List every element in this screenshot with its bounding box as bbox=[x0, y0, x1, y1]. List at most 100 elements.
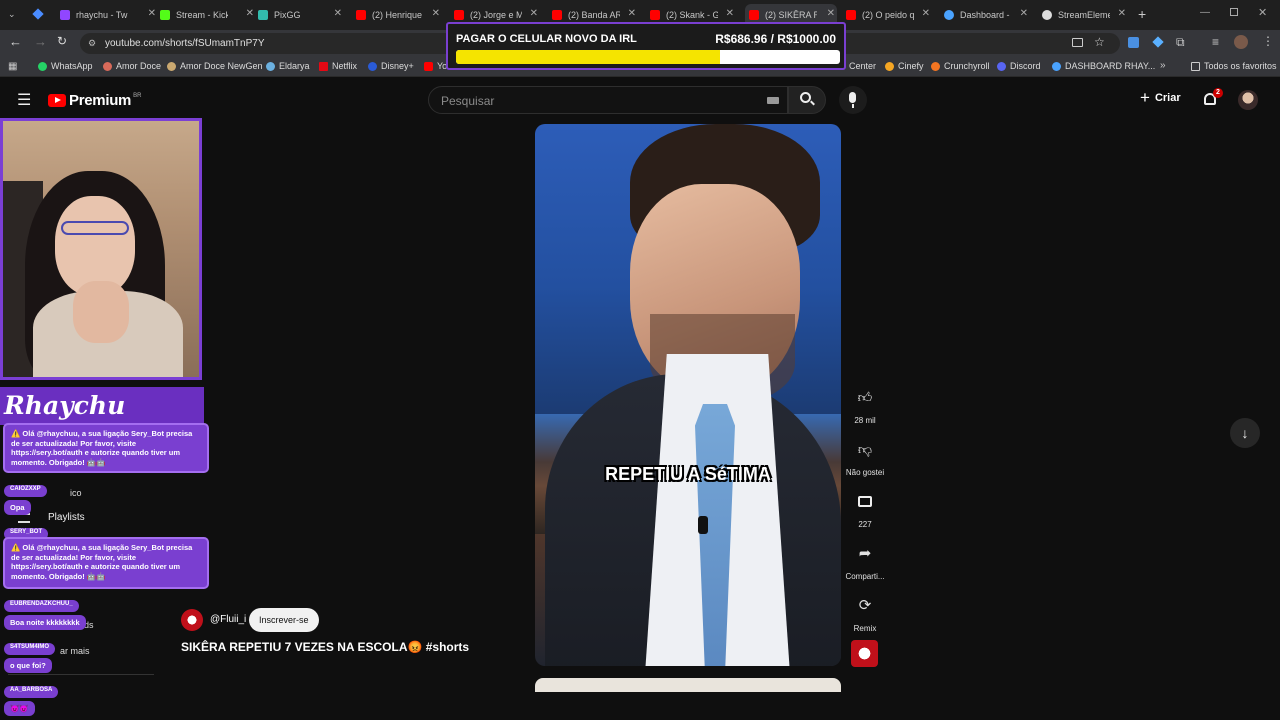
back-arrow-icon[interactable]: ← bbox=[9, 34, 22, 49]
close-icon[interactable]: ✕ bbox=[148, 8, 156, 19]
channel-name[interactable]: @Fluii_i bbox=[210, 614, 246, 625]
share-label: Comparti... bbox=[845, 572, 885, 581]
bookmark-netflix[interactable]: Netflix bbox=[319, 61, 357, 71]
search-placeholder: Pesquisar bbox=[441, 94, 495, 108]
netflix-icon bbox=[319, 61, 328, 71]
microphone-icon bbox=[849, 92, 856, 103]
youtube-logo[interactable]: Premium BR bbox=[48, 92, 141, 109]
site-info-icon[interactable]: ⚙ bbox=[88, 38, 96, 49]
tab-dashboard[interactable]: Dashboard - ✕ bbox=[944, 4, 1030, 26]
youtube-header: ☰ Premium BR Pesquisar + Criar 2 bbox=[0, 78, 1280, 122]
share-arrow-icon: ➦ bbox=[858, 545, 872, 562]
search-input[interactable]: Pesquisar bbox=[428, 86, 788, 114]
bookmark-eldarya[interactable]: Eldarya bbox=[266, 61, 310, 71]
tab-twitch[interactable]: rhaychu - Tw ✕ bbox=[60, 4, 158, 26]
goal-title: PAGAR O CELULAR NOVO DA IRL bbox=[456, 33, 637, 45]
bookmark-center[interactable]: Center bbox=[849, 61, 876, 71]
youtube-icon bbox=[650, 10, 660, 20]
scroll-down-button[interactable]: ↓ bbox=[1230, 418, 1260, 448]
chat-username: CAIOZXXP bbox=[4, 485, 47, 497]
profile-avatar[interactable] bbox=[1234, 35, 1248, 49]
bookmark-cinefy[interactable]: Cinefy bbox=[885, 61, 924, 71]
chat-message-bot: ⚠️ Olá @rhaychuu, a sua ligação Sery_Bot… bbox=[3, 537, 209, 589]
amor-doce-newgen-icon bbox=[167, 61, 176, 71]
youtube-icon bbox=[454, 10, 464, 20]
bookmark-whatsapp[interactable]: WhatsApp bbox=[38, 61, 93, 71]
channel-avatar[interactable] bbox=[181, 609, 203, 631]
search-button[interactable] bbox=[788, 86, 826, 114]
reload-icon[interactable]: ↻ bbox=[57, 34, 67, 48]
next-short-preview[interactable] bbox=[535, 678, 841, 692]
subscribe-button[interactable]: Inscrever-se bbox=[249, 608, 319, 632]
webcam-glasses bbox=[61, 221, 129, 235]
keyboard-icon[interactable] bbox=[767, 97, 779, 104]
voice-search-button[interactable] bbox=[839, 86, 867, 114]
new-tab-button[interactable]: + bbox=[1138, 6, 1146, 22]
bookmark-disney[interactable]: Disney+ bbox=[368, 61, 414, 71]
notifications-button[interactable]: 2 bbox=[1202, 88, 1223, 110]
sidebar-item-partial[interactable]: ico bbox=[70, 488, 82, 498]
close-icon[interactable]: ✕ bbox=[246, 8, 254, 19]
extension-download-icon[interactable] bbox=[1128, 37, 1139, 48]
close-icon[interactable]: ✕ bbox=[334, 8, 342, 19]
pixgg-icon bbox=[258, 10, 268, 20]
minimize-button[interactable]: — bbox=[1200, 7, 1210, 18]
extensions-puzzle-icon[interactable]: ⧉ bbox=[1176, 35, 1185, 50]
close-window-button[interactable]: ✕ bbox=[1258, 6, 1267, 19]
tab-search-icon[interactable]: ⌄ bbox=[8, 9, 20, 21]
bookmark-amor-doce[interactable]: Amor Doce bbox=[103, 61, 161, 71]
dislike-button[interactable]: 👎︎ bbox=[850, 434, 880, 464]
channel-sound-thumbnail[interactable] bbox=[851, 640, 878, 667]
youtube-icon bbox=[846, 10, 856, 20]
dislike-label: Não gostei bbox=[845, 468, 885, 477]
cast-icon[interactable] bbox=[1072, 38, 1083, 47]
close-icon[interactable]: ✕ bbox=[726, 8, 734, 19]
close-icon[interactable]: ✕ bbox=[827, 8, 835, 19]
shorts-video-player[interactable]: REPETIU A SéTIMA bbox=[535, 124, 841, 666]
browser-menu-icon[interactable]: ⋮ bbox=[1262, 34, 1274, 48]
pinned-tab-icon[interactable] bbox=[32, 8, 44, 20]
tab-pixgg[interactable]: PixGG ✕ bbox=[258, 4, 344, 26]
bookmark-youtube[interactable]: Yo bbox=[424, 61, 447, 71]
tab-kick[interactable]: Stream - Kick ✕ bbox=[160, 4, 256, 26]
maximize-button[interactable] bbox=[1230, 8, 1238, 16]
remix-icon: ⟳ bbox=[858, 597, 872, 614]
like-button[interactable]: 👍︎ bbox=[850, 382, 880, 412]
comments-button[interactable] bbox=[850, 486, 880, 516]
close-icon[interactable]: ✕ bbox=[432, 8, 440, 19]
remix-button[interactable]: ⟳ bbox=[850, 590, 880, 620]
apps-grid-icon[interactable]: ▦ bbox=[8, 61, 17, 72]
url-text[interactable]: youtube.com/shorts/fSUmamTnP7Y bbox=[105, 38, 265, 49]
share-button[interactable]: ➦ bbox=[850, 538, 880, 568]
bookmark-star-icon[interactable]: ☆ bbox=[1094, 35, 1105, 49]
sidebar-item-show-more[interactable]: ar mais bbox=[60, 646, 90, 656]
bookmark-amor-doce-newgen[interactable]: Amor Doce NewGen bbox=[167, 61, 263, 71]
tab-youtube-peido[interactable]: (2) O peido q ✕ bbox=[846, 4, 932, 26]
forward-arrow-icon[interactable]: → bbox=[34, 34, 47, 49]
dashboard-icon bbox=[944, 10, 954, 20]
more-bookmarks-icon[interactable]: » bbox=[1160, 60, 1166, 71]
close-icon[interactable]: ✕ bbox=[1118, 8, 1126, 19]
close-icon[interactable]: ✕ bbox=[1020, 8, 1028, 19]
bookmark-dashboard[interactable]: DASHBOARD RHAY... bbox=[1052, 61, 1155, 71]
media-control-icon[interactable]: ≡ bbox=[1212, 35, 1219, 49]
bookmark-discord[interactable]: Discord bbox=[997, 61, 1041, 71]
extension-diamond-icon[interactable] bbox=[1152, 36, 1164, 48]
close-icon[interactable]: ✕ bbox=[530, 8, 538, 19]
sidebar-divider bbox=[8, 674, 154, 675]
hamburger-menu-icon[interactable]: ☰ bbox=[17, 90, 31, 110]
donation-goal-widget: PAGAR O CELULAR NOVO DA IRL R$686.96 / R… bbox=[446, 22, 846, 70]
create-button[interactable]: + Criar bbox=[1140, 89, 1181, 106]
streamer-name-banner: Rhaychu bbox=[0, 387, 204, 425]
tab-streamelements[interactable]: StreamEleme ✕ bbox=[1042, 4, 1128, 26]
youtube-icon bbox=[424, 61, 433, 71]
account-avatar[interactable] bbox=[1238, 90, 1258, 110]
streamer-name: Rhaychu bbox=[4, 391, 126, 420]
close-icon[interactable]: ✕ bbox=[628, 8, 636, 19]
chat-message: Opa bbox=[4, 500, 31, 515]
bookmark-all-favorites[interactable]: Todos os favoritos bbox=[1191, 61, 1277, 71]
bookmark-crunchyroll[interactable]: Crunchyroll bbox=[931, 61, 990, 71]
close-icon[interactable]: ✕ bbox=[922, 8, 930, 19]
video-title[interactable]: SIKÊRA REPETIU 7 VEZES NA ESCOLA😡 #short… bbox=[181, 640, 469, 654]
tab-youtube-henrique[interactable]: (2) Henrique e ✕ bbox=[356, 4, 442, 26]
